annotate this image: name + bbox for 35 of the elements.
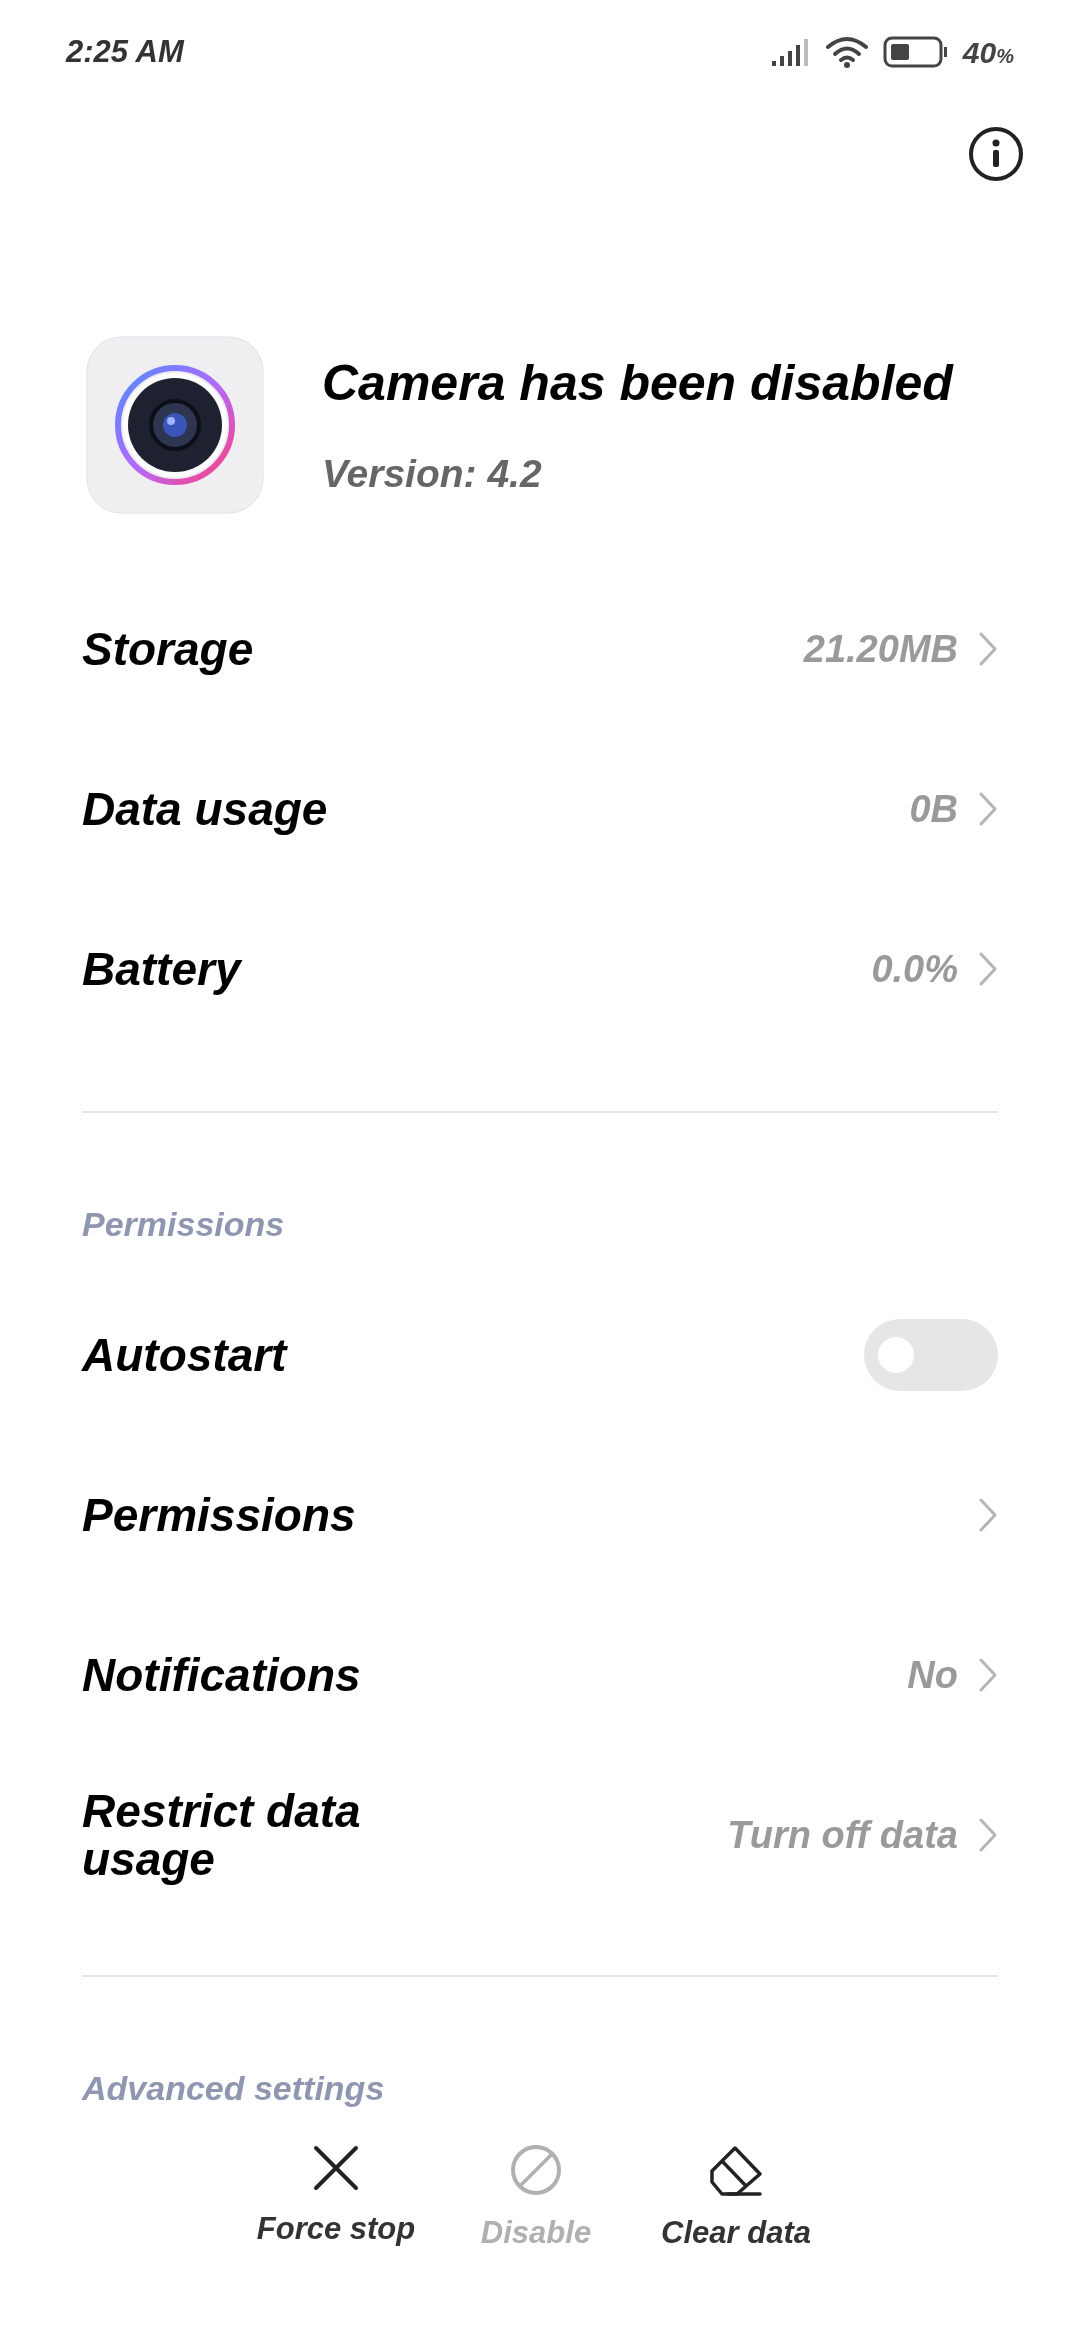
eraser-icon bbox=[708, 2144, 764, 2196]
row-label: Battery bbox=[82, 944, 244, 994]
chevron-icon bbox=[978, 951, 998, 987]
row-label: Notifications bbox=[82, 1650, 362, 1700]
row-value: Turn off data bbox=[727, 1812, 958, 1858]
wifi-icon bbox=[824, 36, 869, 68]
chevron-icon bbox=[978, 1497, 998, 1533]
camera-app-icon bbox=[86, 336, 264, 514]
prohibited-icon bbox=[510, 2144, 562, 2196]
row-label: Permissions bbox=[82, 1490, 357, 1540]
row-label: Storage bbox=[82, 624, 255, 674]
percent-sign: % bbox=[996, 44, 1014, 69]
signal-icon bbox=[770, 37, 811, 67]
battery-icon bbox=[882, 36, 949, 68]
row-value: 0B bbox=[909, 786, 958, 832]
section-header: Permissions bbox=[82, 1205, 285, 1243]
row-value: 21.20MB bbox=[803, 626, 958, 672]
battery-percent: 40 bbox=[962, 34, 997, 71]
row-label: Restrict data usage bbox=[82, 1786, 362, 1884]
chevron-icon bbox=[978, 1657, 998, 1693]
app-title: Camera has been disabled bbox=[322, 354, 953, 414]
chevron-icon bbox=[978, 631, 998, 667]
action-button[interactable]: Force stop bbox=[246, 2144, 426, 2257]
section-header: Advanced settings bbox=[82, 2069, 385, 2107]
row-label: Data usage bbox=[82, 784, 329, 834]
row-value: 0.0% bbox=[871, 946, 958, 992]
row-label: Autostart bbox=[82, 1330, 289, 1380]
close-icon bbox=[312, 2144, 360, 2192]
chevron-icon bbox=[978, 1817, 998, 1853]
action-button[interactable]: Clear data bbox=[646, 2144, 826, 2257]
app-version: Version: 4.2 bbox=[322, 451, 543, 498]
row-value: No bbox=[907, 1652, 958, 1698]
info-icon[interactable] bbox=[968, 126, 1024, 182]
chevron-icon bbox=[978, 791, 998, 827]
status-time: 2:25 AM bbox=[66, 32, 184, 71]
